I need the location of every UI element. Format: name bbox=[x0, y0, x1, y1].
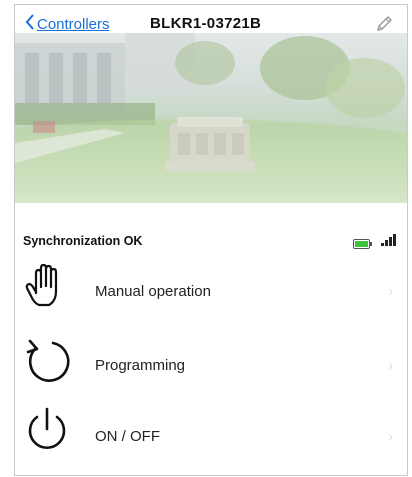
chevron-right-icon: › bbox=[388, 283, 393, 299]
menu-item-manual-operation[interactable]: Manual operation › bbox=[15, 263, 407, 329]
chevron-right-icon: › bbox=[388, 357, 393, 373]
battery-icon bbox=[353, 236, 373, 254]
controller-photo bbox=[15, 33, 407, 203]
sync-status-row: Synchronization OK bbox=[15, 227, 407, 251]
menu-item-programming[interactable]: Programming › bbox=[15, 335, 407, 401]
chevron-left-icon bbox=[25, 14, 35, 34]
cycle-icon bbox=[23, 335, 71, 390]
power-icon bbox=[23, 403, 71, 458]
menu-item-on-off[interactable]: ON / OFF › bbox=[15, 403, 407, 469]
chevron-right-icon: › bbox=[388, 428, 393, 444]
back-button-label: Controllers bbox=[37, 15, 110, 33]
menu-item-label: Programming bbox=[95, 357, 186, 374]
menu-item-label: Manual operation bbox=[95, 283, 211, 300]
page-title: BLKR1-03721B bbox=[150, 15, 262, 32]
hand-icon bbox=[23, 263, 63, 314]
back-button[interactable]: Controllers bbox=[25, 14, 110, 34]
navigation-bar: Controllers BLKR1-03721B bbox=[15, 5, 407, 45]
edit-icon[interactable] bbox=[375, 13, 395, 38]
menu-item-label: ON / OFF bbox=[95, 428, 160, 445]
signal-strength-icon bbox=[381, 232, 399, 251]
app-screen: Controllers BLKR1-03721B Synchronization… bbox=[14, 4, 408, 476]
sync-status-text: Synchronization OK bbox=[23, 234, 143, 248]
